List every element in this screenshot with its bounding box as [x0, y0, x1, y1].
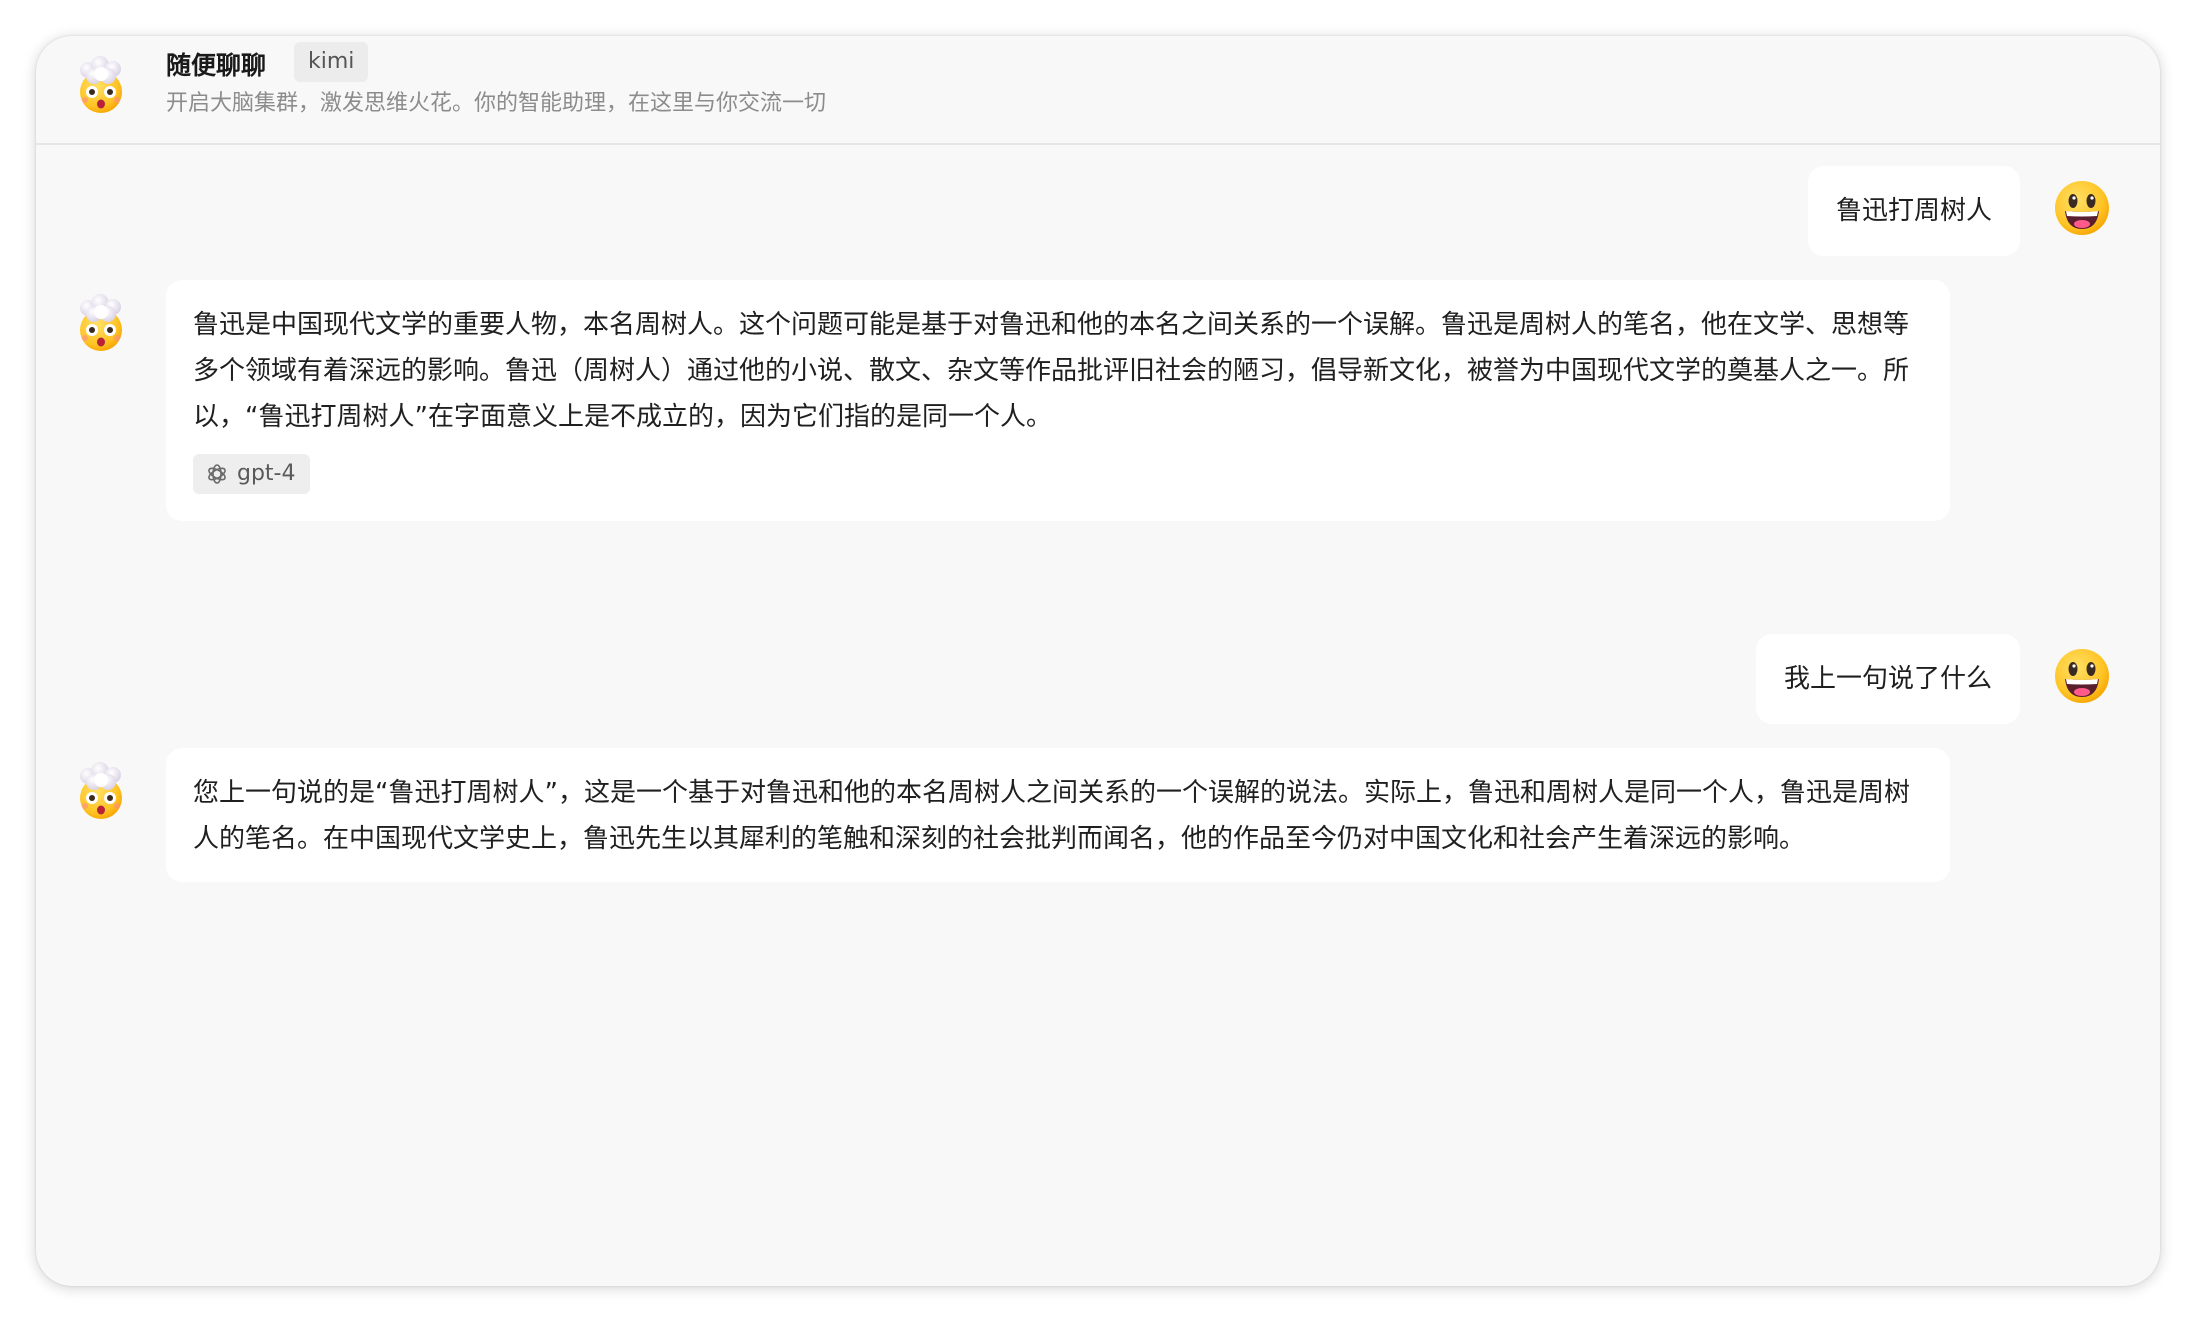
model-name: gpt-4	[237, 461, 296, 486]
exploding-head-emoji-icon	[72, 762, 130, 820]
message-text: 您上一句说的是“鲁迅打周树人”，这是一个基于对鲁迅和他的本名周树人之间关系的一个…	[193, 778, 1910, 854]
openai-logo-icon	[208, 464, 226, 484]
message-text: 我上一句说了什么	[1783, 664, 1992, 694]
message-text: 鲁迅打周树人	[1835, 196, 1992, 226]
chat-title: 随便聊聊	[166, 51, 267, 80]
message-text: 鲁迅是中国现代文学的重要人物，本名周树人。这个问题可能是基于对鲁迅和他的本名之间…	[193, 310, 1910, 432]
model-badge: gpt-4	[193, 454, 310, 494]
grinning-face-emoji-icon	[2053, 647, 2111, 705]
agent-tag[interactable]: kimi	[294, 42, 369, 82]
chat-subtitle: 开启大脑集群，激发思维火花。你的智能助理，在这里与你交流一切	[166, 91, 827, 116]
user-message[interactable]: 鲁迅打周树人	[1807, 166, 2020, 256]
chat-header: 随便聊聊 kimi 开启大脑集群，激发思维火花。你的智能助理，在这里与你交流一切	[36, 36, 2160, 145]
exploding-head-emoji-icon	[72, 56, 130, 114]
assistant-message[interactable]: 您上一句说的是“鲁迅打周树人”，这是一个基于对鲁迅和他的本名周树人之间关系的一个…	[166, 748, 1950, 882]
assistant-message[interactable]: 鲁迅是中国现代文学的重要人物，本名周树人。这个问题可能是基于对鲁迅和他的本名之间…	[166, 280, 1950, 521]
user-message[interactable]: 我上一句说了什么	[1755, 634, 2020, 724]
grinning-face-emoji-icon	[2053, 179, 2111, 237]
exploding-head-emoji-icon	[72, 294, 130, 352]
chat-window: 随便聊聊 kimi 开启大脑集群，激发思维火花。你的智能助理，在这里与你交流一切…	[36, 36, 2160, 1286]
